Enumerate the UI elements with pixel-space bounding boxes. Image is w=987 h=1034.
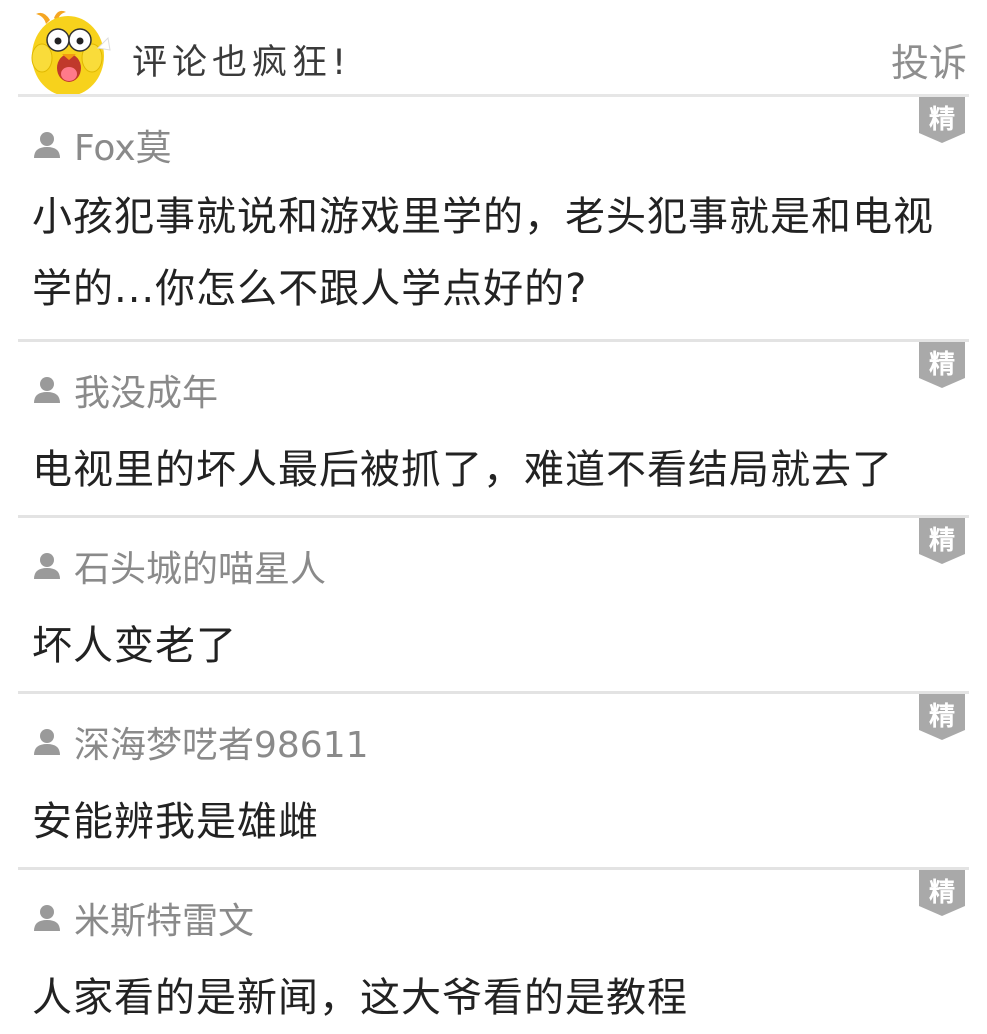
comment-list: 精 Fox莫 小孩犯事就说和游戏里学的，老头犯事就是和电视学的...你怎么不跟人… bbox=[0, 97, 987, 1030]
comment-author[interactable]: Fox莫 bbox=[32, 97, 937, 169]
featured-badge-label: 精 bbox=[928, 350, 955, 380]
user-icon bbox=[34, 905, 60, 931]
featured-badge-label: 精 bbox=[928, 526, 955, 556]
user-icon bbox=[34, 729, 60, 755]
report-button[interactable]: 投诉 bbox=[891, 32, 967, 87]
featured-badge-label: 精 bbox=[928, 105, 955, 135]
comment-text: 电视里的坏人最后被抓了，难道不看结局就去了 bbox=[32, 447, 893, 493]
author-name[interactable]: 石头城的喵星人 bbox=[74, 540, 326, 592]
author-name[interactable]: 深海梦呓者98611 bbox=[74, 716, 369, 768]
comment-item: 精 深海梦呓者98611 安能辨我是雄雌 bbox=[0, 694, 987, 870]
comment-author[interactable]: 深海梦呓者98611 bbox=[32, 694, 937, 766]
featured-badge-label: 精 bbox=[928, 702, 955, 732]
user-icon bbox=[34, 377, 60, 403]
comment-item: 精 石头城的喵星人 坏人变老了 bbox=[0, 518, 987, 694]
header: 评论也疯狂! 投诉 bbox=[0, 0, 987, 98]
author-name[interactable]: Fox莫 bbox=[74, 119, 172, 171]
featured-badge: 精 bbox=[919, 694, 965, 740]
comment-text: 安能辨我是雄雌 bbox=[32, 799, 319, 845]
author-name[interactable]: 米斯特雷文 bbox=[74, 892, 254, 944]
comment-text: 小孩犯事就说和游戏里学的，老头犯事就是和电视学的...你怎么不跟人学点好的? bbox=[32, 194, 934, 312]
comment-author[interactable]: 石头城的喵星人 bbox=[32, 518, 937, 590]
featured-badge: 精 bbox=[919, 518, 965, 564]
user-icon bbox=[34, 132, 60, 158]
featured-badge: 精 bbox=[919, 97, 965, 143]
comment-item: 精 米斯特雷文 人家看的是新闻，这大爷看的是教程 bbox=[0, 870, 987, 1030]
featured-badge: 精 bbox=[919, 870, 965, 916]
comment-text: 人家看的是新闻，这大爷看的是教程 bbox=[32, 975, 688, 1021]
comment-author[interactable]: 米斯特雷文 bbox=[32, 870, 937, 942]
comment-text: 坏人变老了 bbox=[32, 623, 237, 669]
user-icon bbox=[34, 553, 60, 579]
comment-item: 精 Fox莫 小孩犯事就说和游戏里学的，老头犯事就是和电视学的...你怎么不跟人… bbox=[0, 97, 987, 342]
comment-item: 精 我没成年 电视里的坏人最后被抓了，难道不看结局就去了 bbox=[0, 342, 987, 518]
comment-author[interactable]: 我没成年 bbox=[32, 342, 937, 414]
header-title: 评论也疯狂! bbox=[132, 43, 352, 83]
featured-badge-label: 精 bbox=[928, 878, 955, 908]
featured-badge: 精 bbox=[919, 342, 965, 388]
author-name[interactable]: 我没成年 bbox=[74, 364, 218, 416]
mascot-icon bbox=[28, 8, 120, 96]
